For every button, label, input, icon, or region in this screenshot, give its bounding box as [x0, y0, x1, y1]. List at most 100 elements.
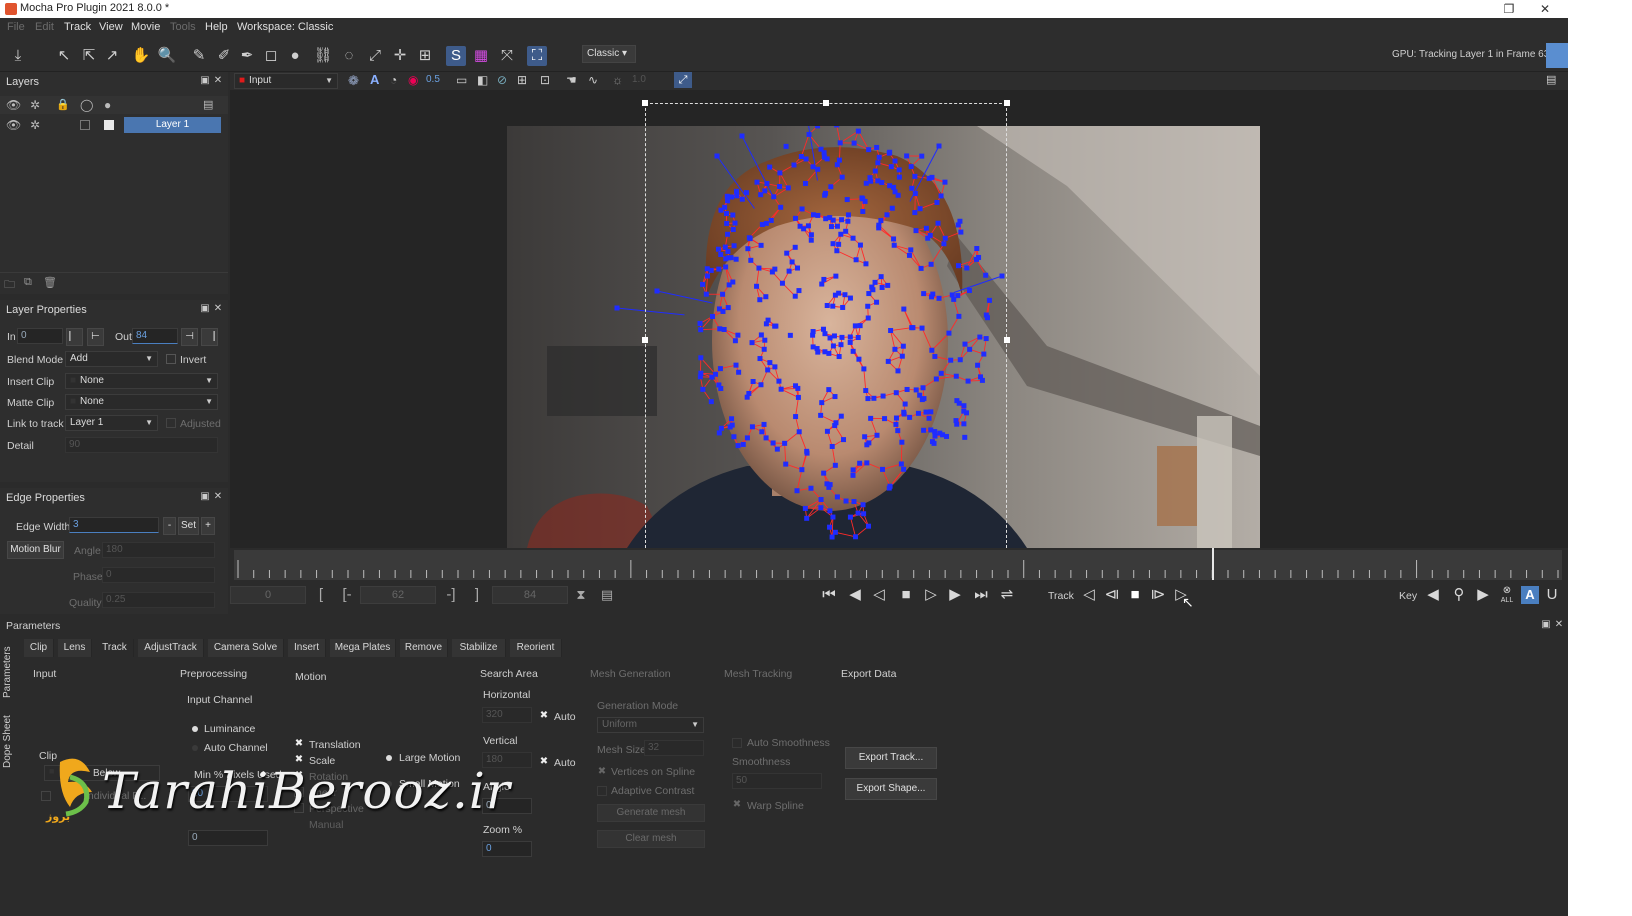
go-out-button[interactable]: ⊣ — [181, 328, 198, 346]
current-frame-field[interactable]: 62 — [360, 586, 436, 604]
step-back-icon[interactable]: ◀ — [846, 586, 864, 604]
insert-clip-select[interactable]: ■ None — [65, 373, 218, 389]
workspace-select[interactable]: Classic ▾ — [582, 45, 636, 63]
zoom-icon[interactable]: 🔍 — [157, 46, 177, 66]
menu-tools[interactable]: Tools — [170, 21, 196, 33]
close-panel-icon[interactable]: ✕ — [1554, 620, 1564, 630]
horizontal-auto-checkbox[interactable]: ✖ — [539, 711, 549, 721]
edge-width-plus-button[interactable]: + — [201, 517, 215, 535]
reset-range-icon[interactable]: ▤ — [598, 586, 616, 604]
motion-blur-button[interactable]: Motion Blur — [7, 541, 64, 559]
translation-checkbox[interactable]: ✖ — [294, 739, 304, 749]
add-point-icon[interactable]: ✎ — [189, 46, 209, 66]
circle-spline-icon[interactable]: ● — [285, 46, 305, 66]
float-panel-icon[interactable]: ▣ — [1541, 620, 1551, 630]
go-in-button[interactable]: ⊢ — [87, 328, 104, 346]
layer-name[interactable]: Layer 1 — [124, 117, 221, 133]
layer-checkbox[interactable] — [80, 120, 90, 130]
view-source-select[interactable]: ■ Input — [234, 73, 338, 89]
go-to-in-icon[interactable]: [- — [338, 586, 356, 604]
mesh-grid-icon[interactable]: ▦ — [471, 46, 491, 66]
edge-width-minus-button[interactable]: - — [163, 517, 176, 535]
detail-field[interactable]: 90 — [65, 437, 218, 453]
export-track-button[interactable]: Export Track... — [845, 747, 937, 769]
autokey-icon[interactable]: A — [1521, 586, 1539, 604]
select-auto-icon[interactable]: ↗ — [102, 46, 122, 66]
visibility-icon[interactable]: 👁 — [6, 98, 21, 112]
warp-spline-checkbox[interactable]: ✖ — [732, 800, 742, 810]
auto-channel-radio[interactable] — [192, 745, 198, 751]
menu-workspace[interactable]: Workspace: Classic — [237, 21, 333, 33]
move-icon[interactable]: ✛ — [390, 46, 410, 66]
menu-edit[interactable]: Edit — [35, 21, 54, 33]
horizontal-field[interactable]: 320 — [482, 707, 532, 723]
hand-icon[interactable]: ✋ — [131, 46, 151, 66]
tab-clip[interactable]: Clip — [24, 639, 54, 657]
hand-tracker-icon[interactable]: ☚ — [566, 73, 577, 87]
matte-overlay-icon[interactable]: ◉ — [408, 73, 418, 87]
vertices-on-spline-checkbox[interactable]: ✖ — [597, 767, 607, 777]
save-icon[interactable]: ⤓ — [8, 46, 28, 66]
smoothness-field[interactable]: 50 — [732, 773, 822, 789]
tab-stabilize[interactable]: Stabilize — [452, 639, 506, 657]
bbox-handle[interactable] — [1004, 100, 1010, 106]
set-in-point-icon[interactable]: [ — [312, 586, 330, 604]
float-panel-icon[interactable]: ▣ — [200, 492, 210, 502]
tab-mega-plates[interactable]: Mega Plates — [330, 639, 396, 657]
opacity-value[interactable]: 0.5 — [426, 74, 440, 85]
delete-all-keys-icon[interactable]: ⊗ ALL — [1498, 586, 1516, 605]
spline-point[interactable] — [614, 305, 620, 311]
scale-icon[interactable]: ⤢ — [365, 46, 385, 66]
clear-mesh-button[interactable]: Clear mesh — [597, 830, 705, 848]
bbox-handle[interactable] — [642, 337, 648, 343]
layers-view-icon[interactable]: ◧ — [477, 73, 488, 87]
pen-icon[interactable]: ✒ — [237, 46, 257, 66]
rgb-channels-icon[interactable]: ❁ — [348, 73, 359, 89]
select-points-icon[interactable]: ⇱ — [79, 46, 99, 66]
menu-help[interactable]: Help — [205, 21, 228, 33]
viewer-menu-icon[interactable]: ▤ — [1546, 73, 1556, 86]
edge-width-set-button[interactable]: Set — [178, 517, 199, 535]
luminance-radio[interactable] — [192, 726, 198, 732]
side-tab-parameters[interactable]: Parameters — [2, 642, 18, 702]
mask-icon[interactable]: ◯ — [80, 98, 93, 112]
close-panel-icon[interactable]: ✕ — [213, 304, 223, 314]
track-backward-icon[interactable]: ◁ — [1080, 586, 1098, 604]
matte-clip-select[interactable]: ■ None — [65, 394, 218, 410]
remove-point-icon[interactable]: ✐ — [214, 46, 234, 66]
timeline-ruler[interactable] — [234, 550, 1562, 580]
tab-track[interactable]: Track — [96, 639, 134, 657]
set-out-button[interactable]: ⎹ — [201, 328, 218, 346]
adjusted-checkbox[interactable] — [166, 418, 176, 428]
playhead[interactable] — [1212, 548, 1214, 580]
layers-menu-icon[interactable]: ▤ — [203, 98, 213, 111]
tab-adjusttrack[interactable]: AdjustTrack — [138, 639, 204, 657]
link-icon[interactable]: ⛓ — [313, 46, 333, 66]
grid-tool-icon[interactable]: ⊞ — [415, 46, 435, 66]
play-backward-icon[interactable]: ◁ — [870, 586, 888, 604]
spline-view-icon[interactable]: ⊘ — [497, 73, 507, 87]
tab-reorient[interactable]: Reorient — [510, 639, 562, 657]
add-key-icon[interactable]: ⚲ — [1450, 586, 1468, 604]
lock-icon[interactable]: 🔒 — [56, 98, 70, 111]
monitor-icon[interactable]: ▭ — [456, 73, 467, 87]
auto-smoothness-checkbox[interactable] — [732, 738, 742, 748]
brightness-icon[interactable]: ☼ — [612, 73, 623, 87]
edge-width-field[interactable]: 3 — [69, 517, 159, 533]
generation-mode-select[interactable]: Uniform — [597, 717, 704, 733]
set-out-point-icon[interactable]: ] — [468, 586, 486, 604]
export-shape-button[interactable]: Export Shape... — [845, 778, 937, 800]
float-panel-icon[interactable]: ▣ — [200, 304, 210, 314]
snapshot-icon[interactable]: ⊡ — [540, 73, 550, 87]
menu-file[interactable]: File — [7, 21, 25, 33]
track-back-frame-icon[interactable]: ⧏ — [1103, 586, 1121, 604]
trace-icon[interactable]: ∿ — [588, 73, 598, 87]
restore-window-icon[interactable]: ❐ — [1494, 1, 1524, 17]
close-panel-icon[interactable]: ✕ — [213, 492, 223, 502]
cog-icon[interactable]: ✲ — [30, 98, 40, 112]
phase-field[interactable]: 0 — [102, 567, 215, 583]
fit-icon[interactable]: ⤧ — [497, 46, 517, 66]
mesh-size-field[interactable]: 32 — [644, 740, 704, 756]
out-field[interactable]: 84 — [132, 328, 178, 344]
duplicate-icon[interactable]: ⧉ — [24, 276, 32, 289]
